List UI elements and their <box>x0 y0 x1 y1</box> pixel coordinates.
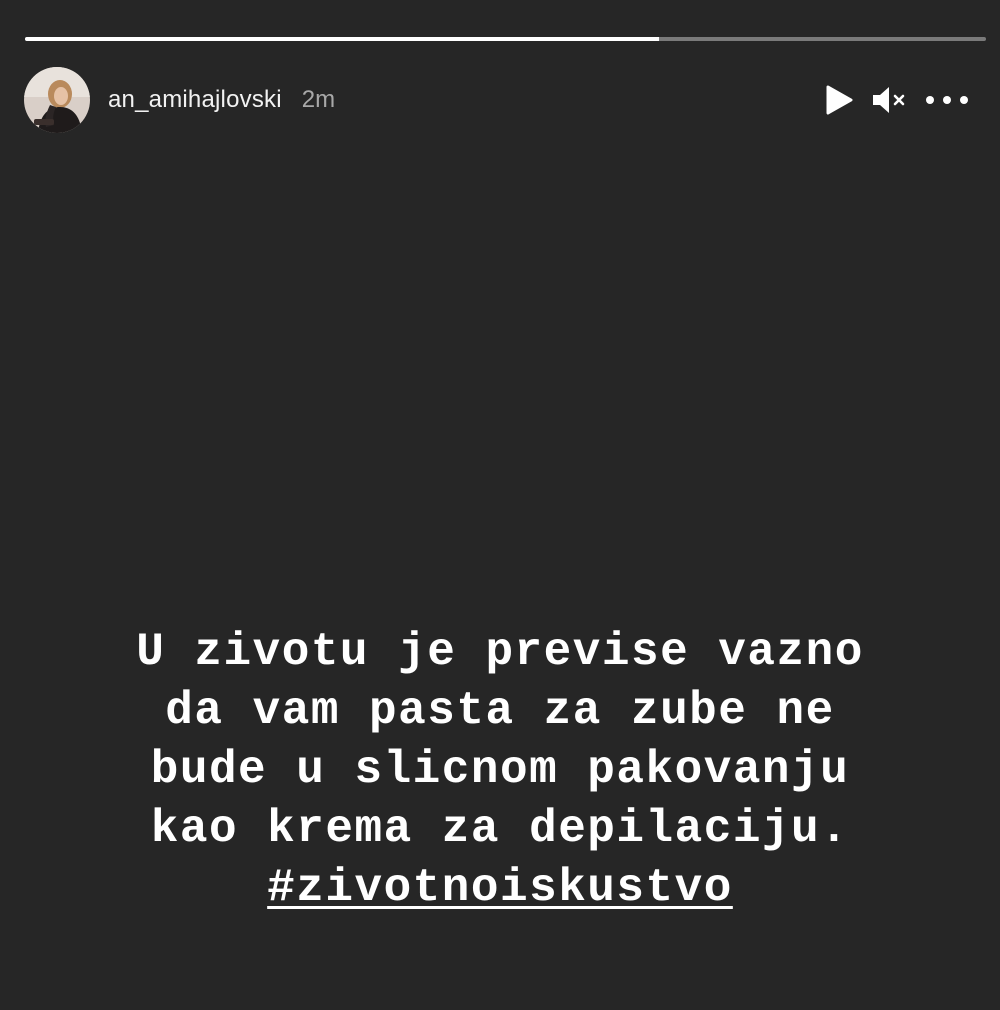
hashtag-link[interactable]: #zivotnoiskustvo <box>267 862 733 914</box>
play-button[interactable] <box>822 83 856 117</box>
avatar[interactable] <box>24 67 90 133</box>
caption-line-1: U zivotu je previse vazno <box>136 626 864 678</box>
username[interactable]: an_amihajlovski <box>108 86 282 114</box>
caption-line-2: da vam pasta za zube ne <box>165 685 835 737</box>
caption-line-3: bude u slicnom pakovanju <box>150 744 850 796</box>
play-icon <box>826 85 853 115</box>
post-time: 2m <box>301 86 336 113</box>
story-controls <box>822 83 970 117</box>
speaker-muted-icon <box>873 87 905 113</box>
caption-line-4: kao krema za depilaciju. <box>150 803 850 855</box>
story-progress-bar <box>25 37 986 41</box>
story-header: an_amihajlovski 2m <box>24 66 970 134</box>
more-horizontal-icon <box>926 96 968 104</box>
story-progress-fill <box>25 37 660 41</box>
story-viewer: an_amihajlovski 2m U zivotu je previse v… <box>0 0 1000 1010</box>
mute-button[interactable] <box>870 83 910 117</box>
story-caption: U zivotu je previse vazno da vam pasta z… <box>0 623 1000 918</box>
more-options-button[interactable] <box>924 83 970 117</box>
avatar-image <box>24 67 90 133</box>
